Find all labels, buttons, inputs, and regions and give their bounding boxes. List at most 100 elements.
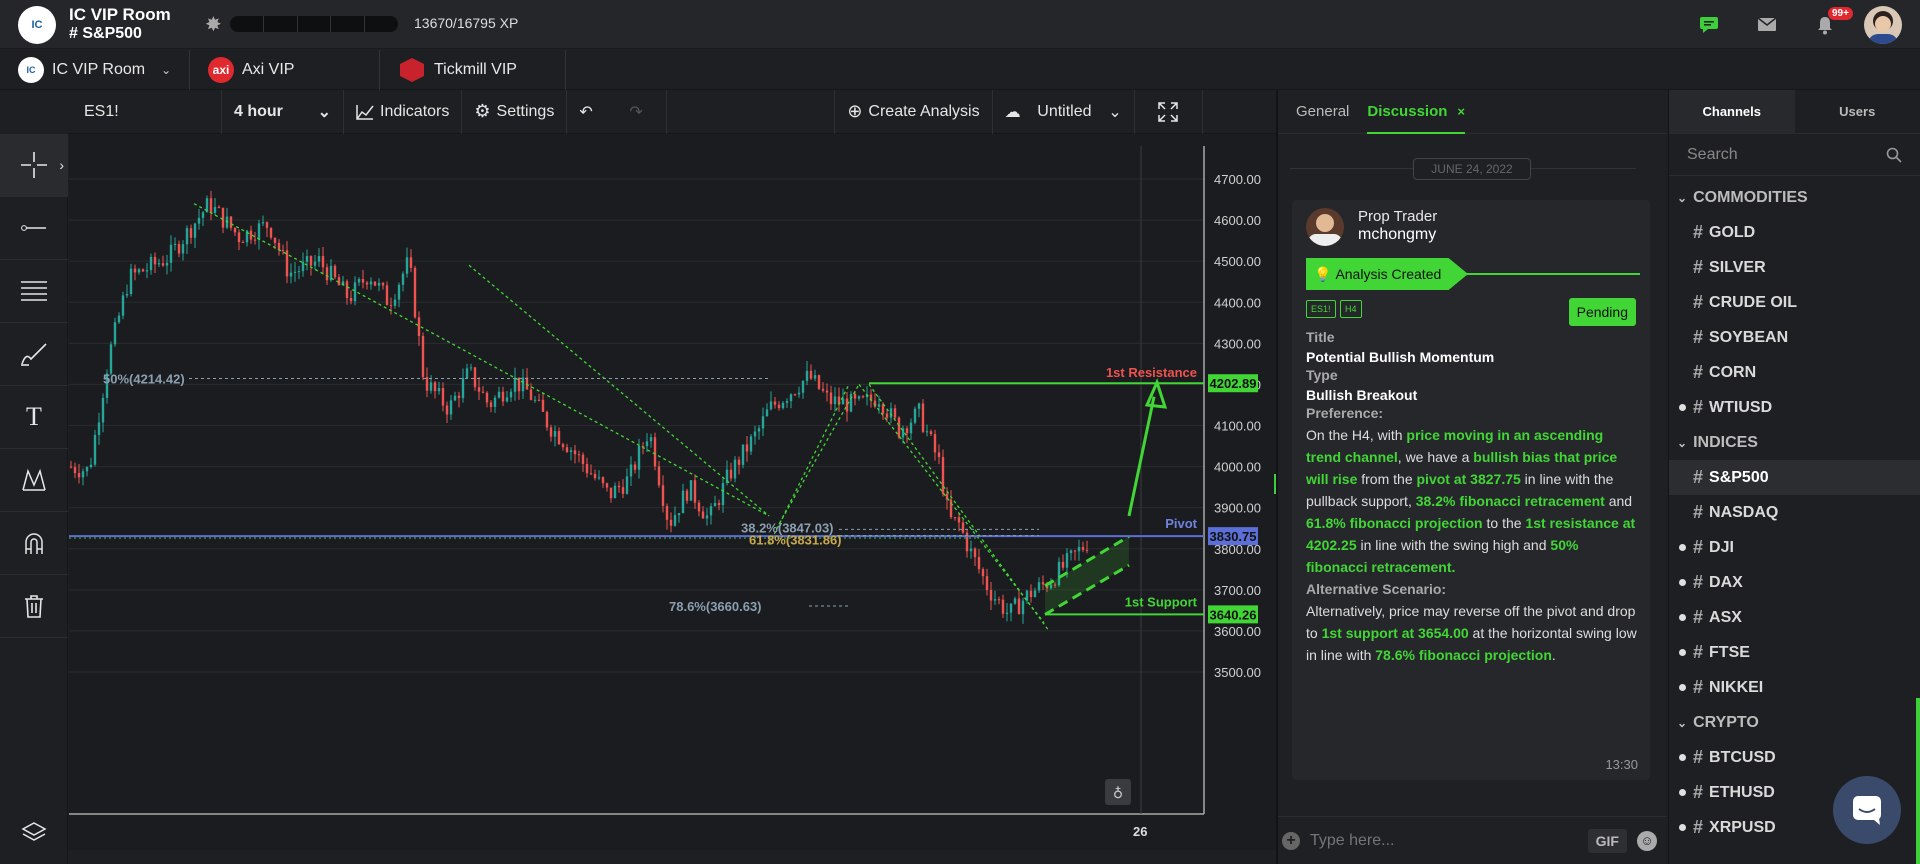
chat-bubble-icon <box>1853 796 1881 825</box>
candle-body <box>285 250 289 277</box>
candle-body <box>985 576 989 590</box>
tab-users[interactable]: Users <box>1795 90 1920 133</box>
channel-category[interactable]: ⌄ INDICES <box>1669 425 1920 460</box>
candle-body <box>437 388 441 392</box>
scrollbar[interactable] <box>1916 698 1920 864</box>
candle-body <box>661 485 665 506</box>
channel-item[interactable]: # WTIUSD <box>1669 390 1920 425</box>
channel-category[interactable]: ⌄ CRYPTO <box>1669 705 1920 740</box>
gif-button[interactable]: GIF <box>1587 828 1627 853</box>
expand-chevron-icon[interactable]: › <box>59 157 64 173</box>
candle-body <box>577 454 581 456</box>
channel-item[interactable]: # NASDAQ <box>1669 495 1920 530</box>
magnet-tool-icon[interactable] <box>0 512 68 575</box>
create-analysis-button[interactable]: ⊕ Create Analysis <box>835 89 993 134</box>
candle-body <box>521 377 525 392</box>
candle-body <box>69 466 73 468</box>
candle-body <box>333 265 337 278</box>
room-tab-tickmill-vip[interactable]: Tickmill VIP <box>380 50 566 90</box>
candle-body <box>621 487 625 494</box>
brush-tool-icon[interactable] <box>0 323 68 386</box>
room-tab-ic-vip[interactable]: IC IC VIP Room ⌄ <box>0 50 190 90</box>
candle-body <box>649 437 653 442</box>
candle-body <box>541 399 545 412</box>
user-avatar[interactable] <box>1864 5 1902 44</box>
indicators-button[interactable]: Indicators <box>344 89 463 134</box>
hash-icon: # <box>1693 327 1704 347</box>
discussion-panel: General Discussion × JUNE 24, 2022 Prop … <box>1278 90 1667 864</box>
undo-button[interactable]: ↶ <box>567 90 617 134</box>
candle-body <box>141 269 145 272</box>
ic-markets-logo[interactable]: IC <box>18 6 56 44</box>
layers-icon[interactable] <box>0 801 68 864</box>
channel-item[interactable]: # CORN <box>1669 355 1920 390</box>
channel-label: CRUDE OIL <box>1709 293 1798 311</box>
chevron-down-icon[interactable]: ⌄ <box>161 63 171 77</box>
candle-body <box>937 452 941 458</box>
tab-general[interactable]: General <box>1296 103 1349 120</box>
candle-body <box>761 416 765 429</box>
candle-body <box>253 239 257 241</box>
channel-category[interactable]: ⌄ COMMODITIES <box>1669 180 1920 215</box>
channel-item[interactable]: # SILVER <box>1669 250 1920 285</box>
candle-body <box>933 434 937 453</box>
symbol-selector[interactable]: ES1! <box>68 89 222 134</box>
redo-button[interactable]: ↷ <box>617 89 668 134</box>
channel-item[interactable]: # S&P500 <box>1669 460 1920 495</box>
search-icon[interactable] <box>1886 147 1902 163</box>
candle-body <box>1041 582 1045 585</box>
channel-item[interactable]: # DAX <box>1669 565 1920 600</box>
support-chat-button[interactable] <box>1833 776 1901 844</box>
fullscreen-button[interactable] <box>1135 89 1203 134</box>
channel-item[interactable]: # ASX <box>1669 600 1920 635</box>
pattern-tool-icon[interactable] <box>0 449 68 512</box>
channel-label: NIKKEI <box>1709 678 1764 696</box>
unread-dot <box>1679 649 1686 656</box>
channel-item[interactable]: # FTSE <box>1669 635 1920 670</box>
candle-body <box>1017 598 1021 615</box>
settings-button[interactable]: ⚙ Settings <box>462 89 568 134</box>
fib-lines-tool-icon[interactable] <box>0 260 68 323</box>
notifications-icon[interactable]: 99+ <box>1796 6 1854 35</box>
add-attachment-icon[interactable]: + <box>1282 831 1300 850</box>
channel-item[interactable]: # CRUDE OIL <box>1669 285 1920 320</box>
candle-body <box>993 599 997 601</box>
candle-body <box>721 483 725 505</box>
tab-discussion[interactable]: Discussion × <box>1367 90 1465 134</box>
trash-icon[interactable] <box>0 575 68 638</box>
channel-item[interactable]: # GOLD <box>1669 215 1920 250</box>
close-icon[interactable]: × <box>1457 104 1465 119</box>
chart-canvas[interactable]: 4700.004600.004500.004400.004300.004200.… <box>69 134 1276 850</box>
candle-body <box>653 437 657 467</box>
chat-icon[interactable] <box>1680 16 1738 34</box>
channel-search-input[interactable]: Search <box>1687 146 1738 164</box>
tab-channels[interactable]: Channels <box>1669 90 1795 133</box>
channel-list: ⌄ COMMODITIES # GOLD # SILVER # CRUDE OIL # SOYBE… <box>1669 176 1920 845</box>
interval-selector[interactable]: 4 hour ⌄ <box>222 89 344 134</box>
candle-body <box>133 268 137 273</box>
author-avatar[interactable] <box>1306 208 1344 246</box>
channel-search[interactable]: Search <box>1669 134 1920 176</box>
y-tick-label: 4400.00 <box>1214 295 1261 310</box>
chart-toolbar: ES1! 4 hour ⌄ Indicators ⚙ Settings ↶ ↷ ⊕… <box>68 89 1276 134</box>
trend-line-tool-icon[interactable] <box>0 197 68 260</box>
mail-icon[interactable] <box>1738 17 1796 32</box>
candle-body <box>365 282 369 285</box>
layout-save-button[interactable]: ☁ Untitled ⌄ <box>993 89 1135 134</box>
emoji-icon[interactable]: ☺ <box>1637 830 1657 851</box>
unread-dot <box>1679 824 1686 831</box>
text-tool-icon[interactable]: T <box>0 386 68 449</box>
channel-item[interactable]: # SOYBEAN <box>1669 320 1920 355</box>
candle-body <box>93 434 97 465</box>
message-input[interactable] <box>1310 831 1588 850</box>
crosshair-tool-icon[interactable]: › <box>0 134 68 197</box>
channel-item[interactable]: # DJI <box>1669 530 1920 565</box>
room-tab-axi-vip[interactable]: axi Axi VIP <box>190 50 380 90</box>
candle-body <box>769 401 773 410</box>
candle-body <box>885 413 889 418</box>
candle-body <box>85 467 89 472</box>
price-chart[interactable]: 4700.004600.004500.004400.004300.004200.… <box>69 134 1276 850</box>
channel-item[interactable]: # NIKKEI <box>1669 670 1920 705</box>
author-name[interactable]: mchongmy <box>1358 226 1436 244</box>
channel-item[interactable]: # BTCUSD <box>1669 740 1920 775</box>
